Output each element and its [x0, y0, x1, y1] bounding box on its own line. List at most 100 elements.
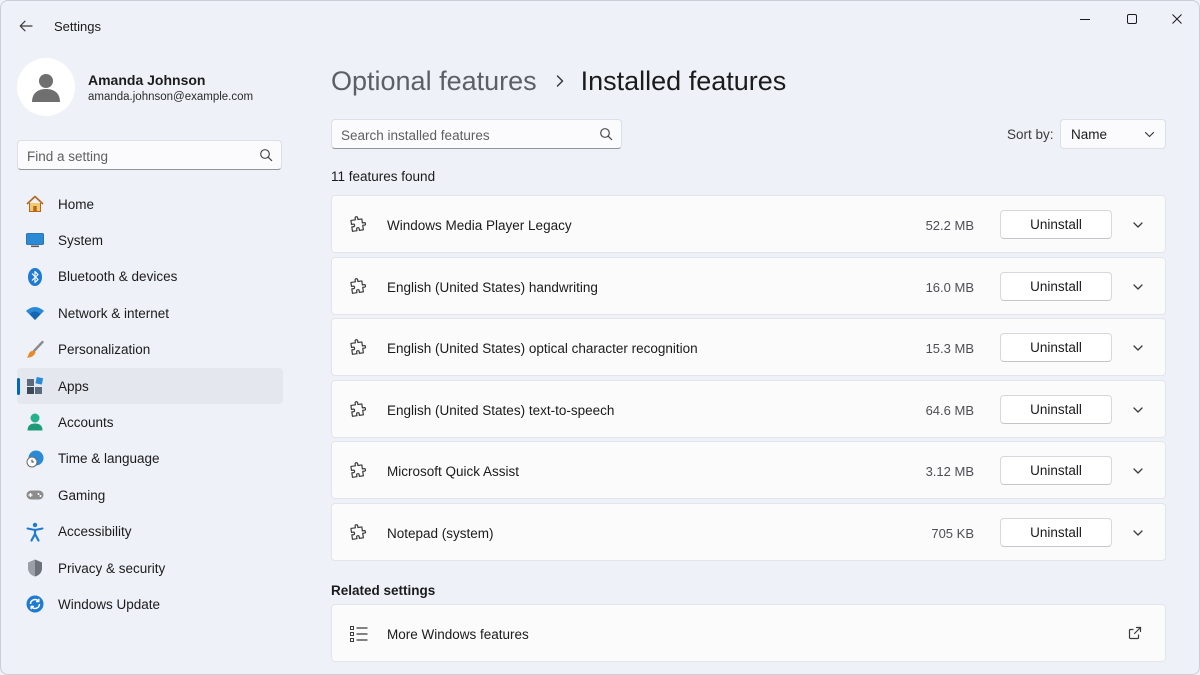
related-item-label: More Windows features	[387, 627, 529, 642]
puzzle-icon	[350, 400, 367, 417]
feature-row[interactable]: Windows Media Player Legacy 52.2 MB Unin…	[331, 195, 1166, 253]
sidebar-item-system[interactable]: System	[17, 222, 283, 258]
sidebar-item-gaming[interactable]: Gaming	[17, 477, 283, 513]
sidebar-item-label: Personalization	[58, 342, 151, 358]
sidebar-item-home[interactable]: Home	[17, 186, 283, 222]
uninstall-button[interactable]: Uninstall	[1000, 210, 1112, 239]
maximize-button[interactable]	[1110, 5, 1154, 33]
home-icon	[25, 194, 45, 214]
title-bar: Settings	[1, 1, 1199, 51]
gamepad-icon	[25, 485, 45, 505]
settings-window: Settings Amanda Johnson amanda.johnson@e…	[0, 0, 1200, 675]
more-windows-features-link[interactable]: More Windows features	[331, 604, 1166, 662]
feature-size: 3.12 MB	[925, 464, 974, 480]
feature-row[interactable]: English (United States) handwriting 16.0…	[331, 256, 1166, 315]
breadcrumb: Optional features Installed features	[331, 61, 786, 101]
sidebar-item-label: Time & language	[58, 451, 160, 467]
puzzle-icon	[350, 216, 367, 232]
profile-name: Amanda Johnson	[88, 72, 206, 88]
sort-dropdown[interactable]: Name	[1060, 119, 1166, 149]
sort-value: Name	[1071, 127, 1108, 142]
search-features-input[interactable]	[341, 126, 591, 144]
back-arrow-icon	[19, 20, 33, 32]
sort-label: Sort by:	[1007, 127, 1054, 142]
sidebar-item-privacy[interactable]: Privacy & security	[17, 550, 283, 586]
puzzle-icon	[350, 339, 367, 356]
avatar	[17, 58, 75, 116]
uninstall-button[interactable]: Uninstall	[1000, 333, 1112, 363]
sidebar-item-label: Network & internet	[58, 305, 170, 321]
bluetooth-icon	[25, 267, 45, 287]
uninstall-button[interactable]: Uninstall	[1000, 517, 1112, 547]
clock-globe-icon	[25, 449, 45, 469]
minimize-button[interactable]	[1063, 5, 1107, 33]
feature-name: Windows Media Player Legacy	[387, 218, 572, 233]
sidebar-item-apps[interactable]: Apps	[17, 367, 283, 405]
close-button[interactable]	[1155, 5, 1199, 33]
feature-row[interactable]: Microsoft Quick Assist 3.12 MB Uninstall	[331, 441, 1166, 500]
chevron-down-icon[interactable]	[1131, 280, 1145, 294]
update-icon	[25, 594, 45, 614]
search-features-box[interactable]	[331, 119, 622, 149]
features-count: 11 features found	[331, 169, 436, 184]
sidebar-item-label: Privacy & security	[58, 560, 166, 576]
profile-email: amanda.johnson@example.com	[88, 91, 254, 103]
sidebar-nav: Home System Bluetooth & devices Network …	[17, 186, 283, 623]
puzzle-icon	[350, 277, 367, 294]
list-icon	[350, 626, 368, 642]
feature-name: English (United States) handwriting	[387, 279, 598, 295]
feature-size: 16.0 MB	[925, 279, 974, 295]
open-external-icon	[1128, 626, 1142, 640]
search-icon[interactable]	[259, 148, 273, 162]
sidebar-item-windows-update[interactable]: Windows Update	[17, 586, 283, 622]
puzzle-icon	[350, 524, 367, 540]
chevron-down-icon[interactable]	[1131, 403, 1145, 417]
sidebar-item-personalization[interactable]: Personalization	[17, 332, 283, 368]
feature-row[interactable]: Notepad (system) 705 KB Uninstall	[331, 502, 1166, 561]
brush-icon	[25, 340, 45, 360]
shield-icon	[25, 558, 45, 578]
apps-icon	[25, 376, 45, 396]
back-button[interactable]	[11, 11, 41, 41]
search-icon[interactable]	[599, 127, 613, 141]
uninstall-button[interactable]: Uninstall	[1000, 394, 1112, 424]
feature-row[interactable]: English (United States) optical characte…	[331, 318, 1166, 377]
user-profile[interactable]: Amanda Johnson amanda.johnson@example.co…	[17, 58, 287, 118]
find-setting-input[interactable]	[27, 147, 252, 165]
sidebar-item-bluetooth[interactable]: Bluetooth & devices	[17, 259, 283, 295]
sidebar-item-label: Gaming	[58, 487, 106, 503]
minimize-icon	[1080, 19, 1090, 20]
uninstall-button[interactable]: Uninstall	[1000, 271, 1112, 301]
chevron-down-icon[interactable]	[1131, 341, 1145, 355]
sidebar-item-label: Accounts	[58, 415, 114, 431]
feature-name: Microsoft Quick Assist	[387, 464, 520, 480]
uninstall-button[interactable]: Uninstall	[1000, 456, 1112, 486]
page-title: Installed features	[580, 65, 787, 96]
chevron-down-icon[interactable]	[1131, 218, 1145, 232]
sidebar-item-label: Bluetooth & devices	[58, 269, 178, 285]
sidebar-item-accounts[interactable]: Accounts	[17, 404, 283, 440]
accessibility-icon	[25, 522, 45, 542]
related-settings-heading: Related settings	[331, 583, 436, 598]
wifi-icon	[25, 303, 45, 323]
sidebar-item-label: Home	[58, 196, 95, 212]
sidebar-item-accessibility[interactable]: Accessibility	[17, 514, 283, 550]
chevron-down-icon	[1144, 131, 1155, 138]
chevron-down-icon[interactable]	[1131, 526, 1145, 540]
sidebar-item-network[interactable]: Network & internet	[17, 295, 283, 331]
feature-size: 52.2 MB	[925, 218, 974, 233]
sidebar-item-label: System	[58, 233, 104, 249]
sidebar-item-label: Windows Update	[58, 596, 161, 612]
feature-size: 705 KB	[931, 525, 974, 541]
close-icon	[1172, 14, 1182, 24]
system-icon	[25, 230, 45, 250]
person-avatar-icon	[32, 74, 60, 102]
sidebar-item-time-language[interactable]: Time & language	[17, 441, 283, 477]
chevron-right-icon	[555, 74, 565, 88]
feature-row[interactable]: English (United States) text-to-speech 6…	[331, 379, 1166, 438]
find-setting-box[interactable]	[17, 140, 282, 170]
feature-size: 64.6 MB	[925, 402, 974, 418]
chevron-down-icon[interactable]	[1131, 464, 1145, 478]
app-title: Settings	[54, 19, 101, 34]
breadcrumb-parent-link[interactable]: Optional features	[331, 66, 537, 97]
